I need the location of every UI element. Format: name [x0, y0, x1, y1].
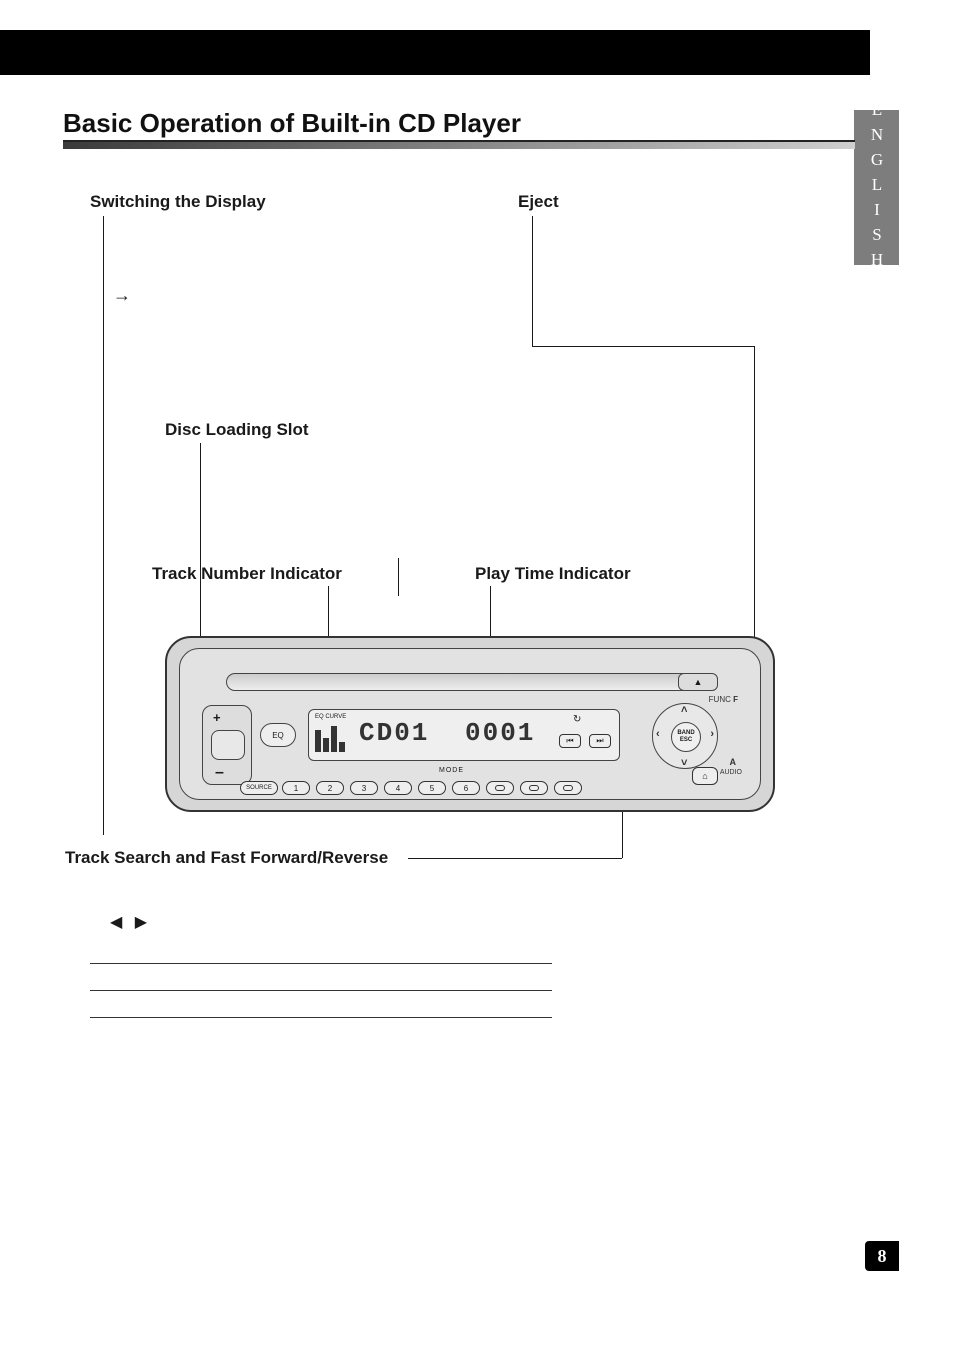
- preset-button-6: 6: [452, 781, 480, 795]
- a-label: A: [730, 757, 737, 767]
- preset-button-row: 1 2 3 4 5 6: [282, 781, 582, 795]
- audio-label: AUDIO: [720, 769, 742, 776]
- preset-button-2: 2: [316, 781, 344, 795]
- loop-icon: ↻: [573, 714, 581, 725]
- lcd-play-time: 0001: [465, 718, 535, 748]
- horizontal-rule: [90, 963, 552, 964]
- section-title: Basic Operation of Built-in CD Player: [63, 108, 521, 139]
- aux-button: [520, 781, 548, 795]
- eject-button: ▲: [678, 673, 718, 691]
- volume-control: + –: [202, 705, 252, 785]
- prev-track-icon: ⏮: [559, 734, 581, 748]
- dpad-right-icon: ›: [710, 728, 714, 740]
- lcd-mode-label: MODE: [439, 767, 464, 774]
- section-title-underline: [63, 140, 855, 149]
- dpad-center-button: BAND ESC: [671, 722, 701, 752]
- label-track-number-indicator: Track Number Indicator: [152, 564, 342, 584]
- eq-button: EQ: [260, 723, 296, 747]
- leader-line: [532, 346, 754, 347]
- leader-line: [103, 216, 104, 835]
- home-icon: ⌂: [702, 771, 707, 781]
- dpad-esc-label: ESC: [680, 737, 692, 744]
- dpad-band-label: BAND: [677, 730, 694, 737]
- lcd-eq-bars: [315, 724, 351, 752]
- leader-line: [754, 346, 755, 676]
- disc-loading-slot: [226, 673, 698, 691]
- dpad-up-icon: ˄: [681, 704, 687, 716]
- volume-plus-icon: +: [213, 710, 221, 725]
- label-switching-display: Switching the Display: [90, 192, 266, 212]
- lcd-display: EQ CURVE CD01 0001 ↻ ⏮ ⏭ MODE: [308, 709, 620, 761]
- horizontal-rule: [90, 1017, 552, 1018]
- dpad-down-icon: ˅: [681, 757, 687, 769]
- preset-button-3: 3: [350, 781, 378, 795]
- arrow-right-icon: →: [113, 285, 131, 306]
- page-number: 8: [865, 1241, 899, 1271]
- label-disc-loading-slot: Disc Loading Slot: [165, 420, 309, 440]
- language-tab: ENGLISH: [854, 110, 899, 265]
- dpad-control: ˄ ˅ ‹ › BAND ESC: [652, 703, 718, 769]
- next-track-icon: ⏭: [589, 734, 611, 748]
- volume-knob: [211, 730, 245, 760]
- preset-button-5: 5: [418, 781, 446, 795]
- aux-button: [486, 781, 514, 795]
- lcd-eq-curve-label: EQ CURVE: [315, 714, 346, 720]
- leader-line: [398, 558, 399, 596]
- func-label: FUNC F: [709, 695, 738, 704]
- label-track-search: Track Search and Fast Forward/Reverse: [65, 848, 388, 868]
- detach-button: ⌂: [692, 767, 718, 785]
- preset-button-4: 4: [384, 781, 412, 795]
- label-play-time-indicator: Play Time Indicator: [475, 564, 631, 584]
- top-black-bar: [0, 30, 870, 75]
- dpad-left-icon: ‹: [656, 728, 660, 740]
- preset-button-1: 1: [282, 781, 310, 795]
- leader-line: [532, 216, 533, 346]
- playback-arrows-icon: ◀ ▶: [110, 912, 151, 932]
- cd-player-illustration: ▲ FUNC F A AUDIO + – EQ EQ CURVE CD01 00…: [165, 636, 775, 812]
- label-eject: Eject: [518, 192, 559, 212]
- horizontal-rule: [90, 990, 552, 991]
- lcd-track-number: CD01: [359, 718, 429, 748]
- leader-line: [408, 858, 622, 859]
- volume-minus-icon: –: [215, 764, 224, 782]
- eject-icon: ▲: [694, 677, 703, 687]
- aux-button: [554, 781, 582, 795]
- source-button: SOURCE: [240, 781, 278, 795]
